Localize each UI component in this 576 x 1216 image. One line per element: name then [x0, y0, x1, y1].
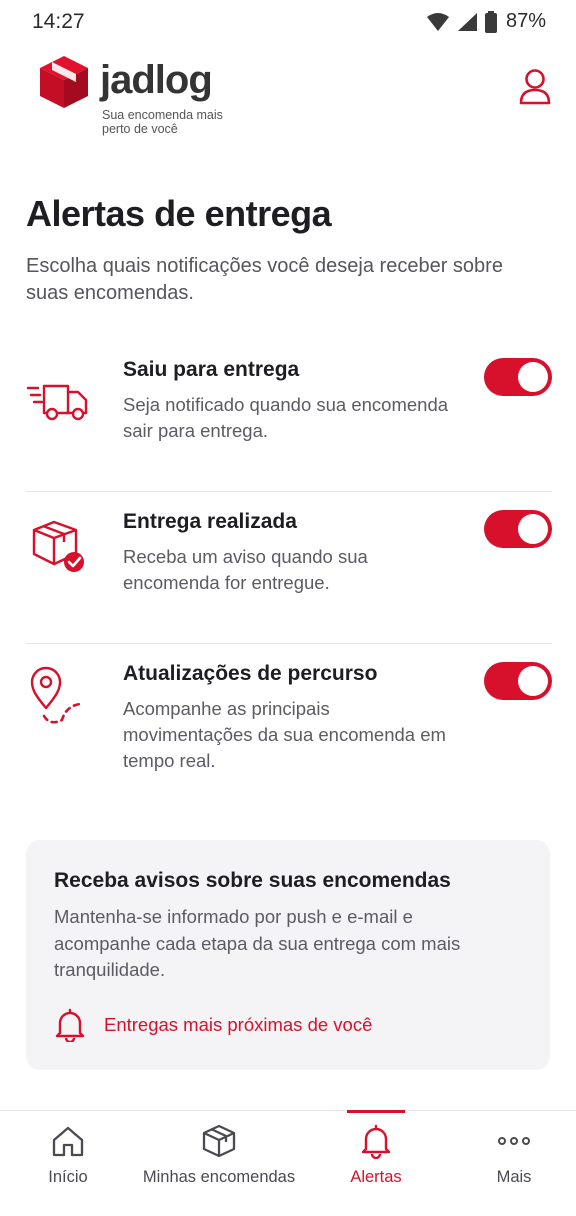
brand-tagline: Sua encomenda mais perto de você	[102, 108, 223, 136]
logo-cube-icon	[40, 56, 88, 108]
nearby-deliveries-link[interactable]: Entregas mais próximas de você	[54, 1008, 372, 1042]
route-pin-icon	[26, 662, 92, 728]
toggle-knob	[518, 362, 548, 392]
route-updates-toggle[interactable]	[484, 662, 552, 700]
jadlog-logo[interactable]	[38, 54, 90, 115]
package-check-icon	[26, 510, 92, 576]
active-tab-indicator	[347, 1110, 405, 1113]
user-icon	[519, 69, 551, 105]
alert-title: Saiu para entrega	[123, 358, 300, 381]
signal-icon	[457, 12, 477, 31]
bottom-nav: Início Minhas encomendas Alertas Mais	[0, 1110, 576, 1216]
delivery-truck-icon	[26, 358, 92, 424]
page-subtitle: Escolha quais notificações você deseja r…	[26, 255, 503, 304]
page-title: Alertas de entrega	[26, 193, 332, 234]
battery-level: 87%	[505, 10, 546, 32]
alert-title: Atualizações de percurso	[123, 662, 378, 685]
wifi-icon	[426, 12, 449, 31]
nav-item-alertas[interactable]: Alertas	[318, 1110, 434, 1216]
alert-title: Entrega realizada	[123, 510, 297, 533]
toggle-knob	[518, 514, 548, 544]
app-header: jadlog Sua encomenda mais perto de você	[0, 46, 576, 146]
status-bar: 14:27 87%	[0, 0, 576, 46]
info-card: Receba avisos sobre suas encomendas Mant…	[26, 840, 550, 1070]
status-time: 14:27	[32, 10, 85, 33]
nav-item-minhas-encomendas[interactable]: Minhas encomendas	[136, 1111, 302, 1216]
bell-icon	[55, 1008, 85, 1042]
info-link-label: Entregas mais próximas de você	[104, 1014, 373, 1035]
nav-label: Mais	[496, 1168, 532, 1186]
bell-icon	[361, 1124, 391, 1159]
delivered-toggle[interactable]	[484, 510, 552, 548]
alert-item-route-updates: Atualizações de percurso Acompanhe as pr…	[26, 644, 552, 824]
package-icon	[202, 1124, 236, 1158]
nav-item-mais[interactable]: Mais	[456, 1111, 572, 1216]
out-for-delivery-toggle[interactable]	[484, 358, 552, 396]
brand-name: jadlog	[100, 58, 213, 102]
nav-label: Minhas encomendas	[142, 1168, 296, 1186]
info-card-description: Mantenha-se informado por push e e-mail …	[54, 906, 461, 980]
alert-list: Saiu para entrega Seja notificado quando…	[26, 340, 552, 824]
alert-description: Seja notificado quando sua encomenda sai…	[123, 394, 449, 441]
nav-label: Início	[48, 1168, 88, 1186]
toggle-knob	[518, 666, 548, 696]
alert-description: Acompanhe as principais movimentações da…	[123, 698, 446, 771]
status-icons: 87%	[426, 10, 546, 33]
nav-item-inicio[interactable]: Início	[0, 1111, 136, 1216]
info-card-title: Receba avisos sobre suas encomendas	[54, 869, 451, 892]
alert-item-delivered: Entrega realizada Receba um aviso quando…	[26, 492, 552, 644]
more-dots-icon	[498, 1137, 530, 1145]
battery-icon	[484, 10, 497, 33]
home-icon	[52, 1126, 84, 1157]
profile-button[interactable]	[518, 68, 552, 106]
nav-label: Alertas	[350, 1168, 402, 1186]
alert-description: Receba um aviso quando sua encomenda for…	[123, 546, 368, 593]
alert-item-out-for-delivery: Saiu para entrega Seja notificado quando…	[26, 340, 552, 492]
